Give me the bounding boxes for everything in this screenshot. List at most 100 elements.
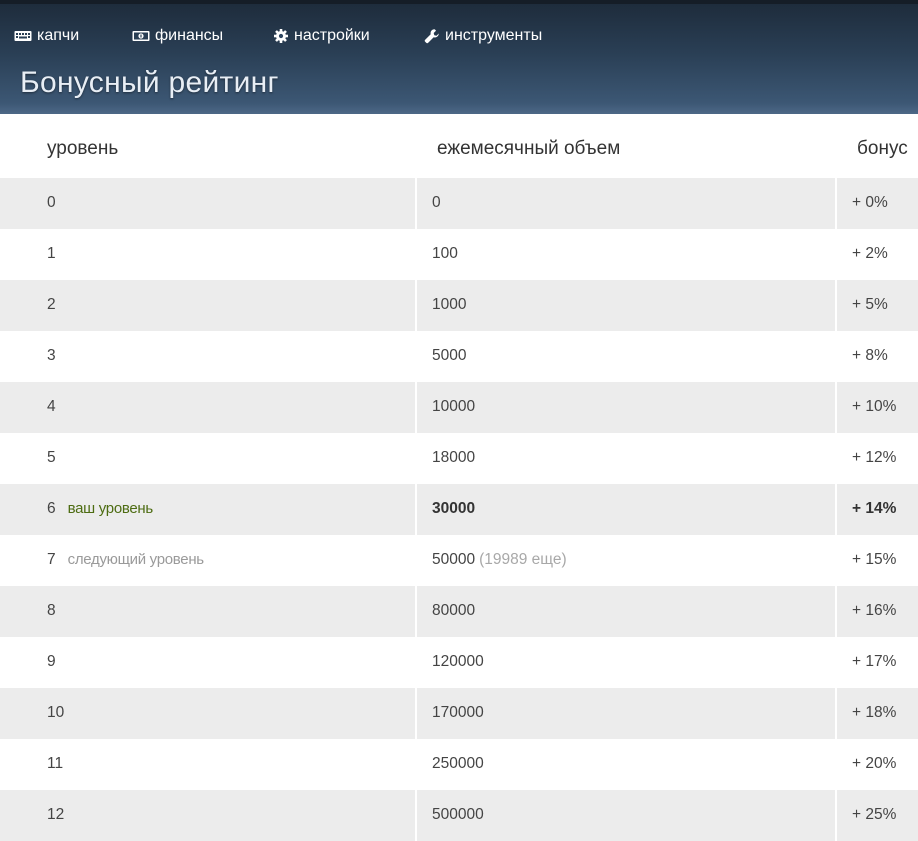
level-value: 5 (47, 449, 56, 466)
table-header: уровень ежемесячный объем бонус (0, 114, 918, 178)
bonus-cell: + 20% (852, 739, 896, 788)
bonus-cell: + 16% (852, 586, 896, 635)
bonus-cell: + 10% (852, 382, 896, 431)
bonus-table-body: 0 0 + 0% 1 100 + 2% 2 1000 + 5% 3 5000 +… (0, 178, 918, 841)
volume-value: 80000 (432, 602, 476, 619)
bonus-cell: + 25% (852, 790, 896, 839)
table-row: 2 1000 + 5% (0, 280, 918, 331)
volume-value: 250000 (432, 755, 484, 772)
column-separator (415, 790, 417, 841)
volume-value: 170000 (432, 704, 484, 721)
level-value: 11 (47, 755, 64, 772)
column-separator (835, 790, 837, 841)
nav-item-label: инструменты (445, 27, 543, 44)
nav-item-settings[interactable]: настройки (273, 26, 370, 46)
level-value: 4 (47, 398, 56, 415)
level-cell: 6 ваш уровень (47, 484, 153, 533)
column-separator (415, 382, 417, 433)
volume-cell: 250000 (432, 739, 484, 788)
bonus-cell: + 8% (852, 331, 888, 380)
volume-value: 0 (432, 194, 441, 211)
column-separator (835, 331, 837, 382)
volume-cell: 500000 (432, 790, 484, 839)
table-row: 0 0 + 0% (0, 178, 918, 229)
column-header-level: уровень (47, 138, 119, 159)
level-cell: 9 (47, 637, 56, 686)
column-separator (415, 535, 417, 586)
bonus-cell: + 0% (852, 178, 888, 227)
column-separator (415, 331, 417, 382)
money-icon (132, 30, 150, 42)
level-cell: 4 (47, 382, 56, 431)
table-row: 10 170000 + 18% (0, 688, 918, 739)
nav-item-captcha[interactable]: капчи (14, 26, 79, 46)
volume-cell: 50000 (19989 еще) (432, 535, 567, 584)
level-value: 0 (47, 194, 56, 211)
bonus-value: + 0% (852, 194, 888, 211)
current-level-note: ваш уровень (67, 500, 154, 517)
level-value: 6 (47, 500, 56, 517)
volume-value: 5000 (432, 347, 467, 364)
column-separator (835, 229, 837, 280)
bonus-value: + 14% (852, 500, 897, 517)
column-separator (415, 586, 417, 637)
level-cell: 7 следующий уровень (47, 535, 204, 584)
column-separator (835, 433, 837, 484)
column-separator (835, 688, 837, 739)
level-cell: 3 (47, 331, 56, 380)
column-separator (835, 637, 837, 688)
bonus-cell: + 12% (852, 433, 896, 482)
volume-value: 18000 (432, 449, 476, 466)
bonus-value: + 18% (852, 704, 897, 721)
column-separator (415, 280, 417, 331)
bonus-value: + 25% (852, 806, 897, 823)
page-title: Бонусный рейтинг (20, 66, 279, 99)
volume-cell: 30000 (432, 484, 475, 533)
level-value: 9 (47, 653, 56, 670)
column-separator (415, 229, 417, 280)
volume-cell: 18000 (432, 433, 475, 482)
bonus-value: + 5% (852, 296, 888, 313)
level-cell: 10 (47, 688, 64, 737)
volume-value: 50000 (432, 551, 476, 568)
bonus-cell: + 17% (852, 637, 896, 686)
bonus-value: + 8% (852, 347, 888, 364)
volume-cell: 100 (432, 229, 458, 278)
table-row: 5 18000 + 12% (0, 433, 918, 484)
nav-item-tools[interactable]: инструменты (424, 26, 542, 46)
gear-icon (273, 28, 289, 44)
level-cell: 8 (47, 586, 56, 635)
bonus-cell: + 15% (852, 535, 896, 584)
table-row: 12 500000 + 25% (0, 790, 918, 841)
nav-item-label: финансы (155, 27, 224, 44)
bonus-value: + 15% (852, 551, 897, 568)
column-separator (835, 535, 837, 586)
remaining-volume: (19989 еще) (479, 551, 567, 568)
bonus-value: + 12% (852, 449, 897, 466)
next-level-note: следующий уровень (67, 551, 205, 568)
nav-item-finances[interactable]: финансы (132, 26, 223, 46)
volume-cell: 80000 (432, 586, 475, 635)
table-row: 4 10000 + 10% (0, 382, 918, 433)
bonus-cell: + 14% (852, 484, 896, 533)
column-separator (835, 586, 837, 637)
column-separator (835, 484, 837, 535)
level-cell: 12 (47, 790, 64, 839)
table-row: 3 5000 + 8% (0, 331, 918, 382)
bonus-value: + 10% (852, 398, 897, 415)
level-value: 8 (47, 602, 56, 619)
column-separator (835, 382, 837, 433)
bonus-cell: + 5% (852, 280, 888, 329)
volume-cell: 5000 (432, 331, 466, 380)
bonus-value: + 17% (852, 653, 897, 670)
bonus-cell: + 18% (852, 688, 896, 737)
level-value: 1 (47, 245, 56, 262)
column-separator (835, 280, 837, 331)
volume-value: 500000 (432, 806, 484, 823)
header: капчи финансы настройки инструменты Бону… (0, 4, 918, 114)
level-cell: 1 (47, 229, 56, 278)
column-separator (415, 178, 417, 229)
volume-value: 1000 (432, 296, 467, 313)
table-row: 9 120000 + 17% (0, 637, 918, 688)
table-row: 11 250000 + 20% (0, 739, 918, 790)
